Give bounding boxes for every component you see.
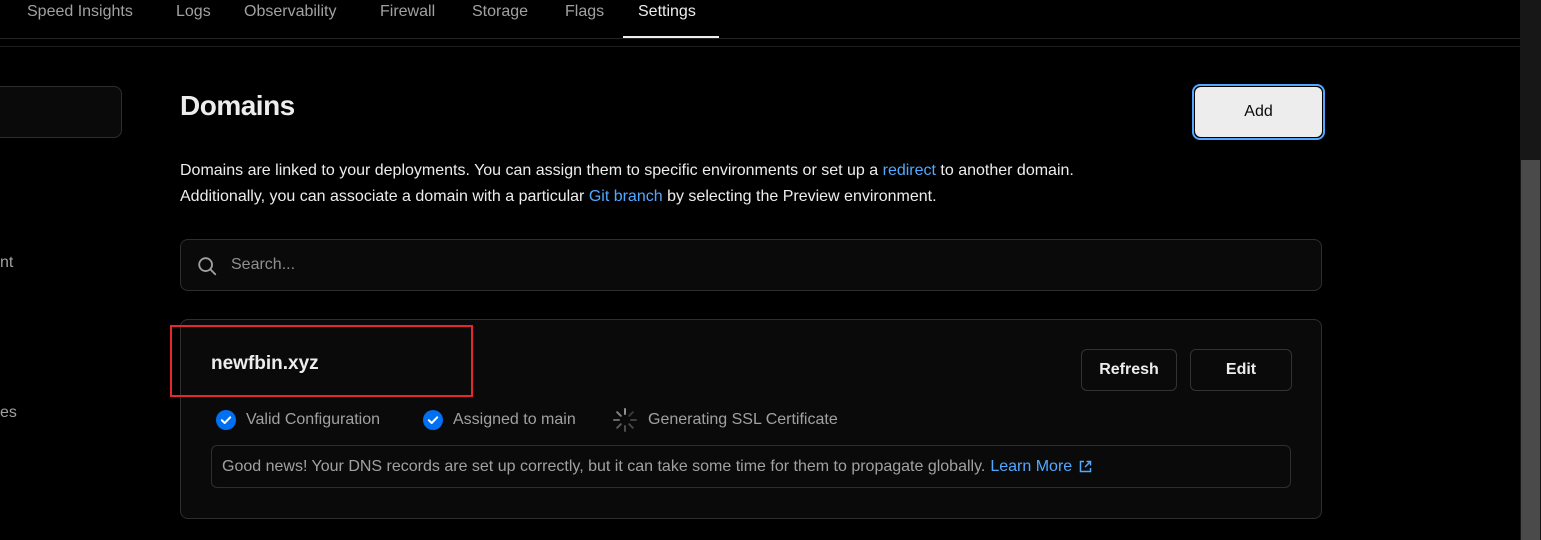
divider bbox=[0, 46, 1520, 47]
tab-firewall[interactable]: Firewall bbox=[380, 0, 435, 39]
learn-more-link[interactable]: Learn More bbox=[990, 458, 1092, 476]
check-circle-icon bbox=[216, 410, 236, 430]
edit-button[interactable]: Edit bbox=[1190, 349, 1292, 391]
search-input[interactable] bbox=[231, 240, 1291, 290]
search-icon bbox=[198, 257, 217, 276]
description-text: Domains are linked to your deployments. … bbox=[180, 162, 883, 179]
refresh-button[interactable]: Refresh bbox=[1081, 349, 1177, 391]
sidebar-item-partial[interactable]: es bbox=[0, 404, 17, 422]
description-text: to another domain. bbox=[935, 162, 1074, 179]
edit-label: Edit bbox=[1225, 361, 1257, 378]
sidebar-search-box[interactable] bbox=[0, 86, 122, 138]
status-label: Assigned to main bbox=[453, 411, 576, 428]
project-tab-bar: Speed Insights Logs Observability Firewa… bbox=[0, 0, 1520, 39]
scrollbar-thumb[interactable] bbox=[1521, 160, 1540, 540]
status-generating-ssl: Generating SSL Certificate bbox=[612, 408, 838, 432]
tab-settings[interactable]: Settings bbox=[638, 0, 696, 39]
page-title: Domains bbox=[180, 90, 295, 121]
tab-speed-insights[interactable]: Speed Insights bbox=[27, 0, 133, 39]
status-valid-configuration: Valid Configuration bbox=[216, 408, 380, 432]
description-text: Additionally, you can associate a domain… bbox=[180, 188, 589, 205]
external-link-icon bbox=[1079, 460, 1092, 473]
tab-observability[interactable]: Observability bbox=[244, 0, 336, 39]
domain-name-link[interactable]: newfbin.xyz bbox=[211, 353, 319, 375]
domain-search-box[interactable] bbox=[180, 239, 1322, 291]
tab-logs[interactable]: Logs bbox=[176, 0, 211, 39]
check-circle-icon bbox=[423, 410, 443, 430]
spinner-icon bbox=[613, 408, 637, 432]
tab-storage[interactable]: Storage bbox=[472, 0, 528, 39]
redirect-link[interactable]: redirect bbox=[883, 162, 936, 179]
status-label: Valid Configuration bbox=[246, 411, 381, 428]
status-label: Generating SSL Certificate bbox=[648, 411, 838, 428]
add-domain-button[interactable]: Add bbox=[1192, 84, 1325, 140]
description-text: by selecting the Preview environment. bbox=[662, 188, 937, 205]
git-branch-link[interactable]: Git branch bbox=[589, 188, 663, 205]
active-tab-indicator bbox=[623, 36, 719, 38]
refresh-label: Refresh bbox=[1099, 361, 1159, 378]
status-assigned: Assigned to main bbox=[423, 408, 576, 432]
domains-description: Domains are linked to your deployments. … bbox=[180, 158, 1280, 210]
dns-notice: Good news! Your DNS records are set up c… bbox=[211, 445, 1291, 488]
learn-more-label: Learn More bbox=[990, 457, 1073, 475]
tab-flags[interactable]: Flags bbox=[565, 0, 604, 39]
add-button-label: Add bbox=[1195, 87, 1322, 137]
notice-text: Good news! Your DNS records are set up c… bbox=[222, 457, 986, 475]
sidebar-item-partial[interactable]: nt bbox=[0, 254, 13, 272]
